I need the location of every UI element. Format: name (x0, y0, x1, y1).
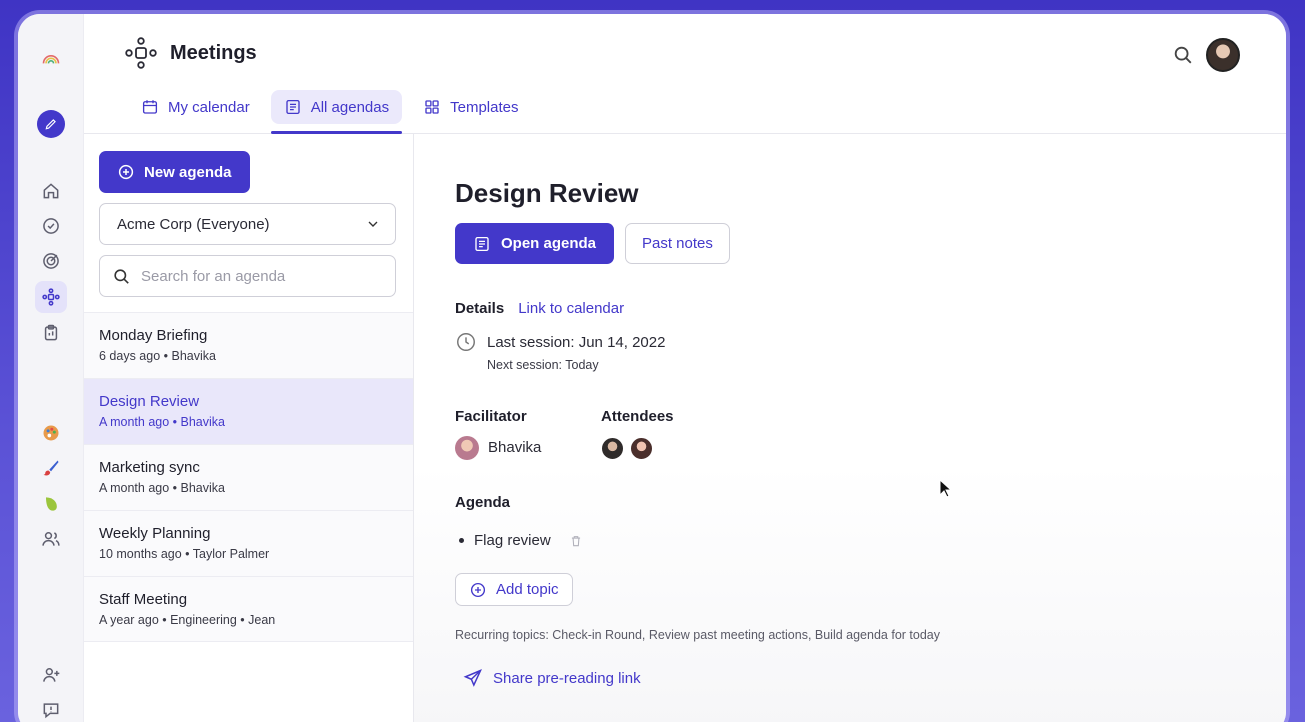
agenda-item-title: Staff Meeting (99, 591, 188, 608)
bullet (459, 538, 464, 543)
document-icon (475, 236, 489, 251)
target-icon[interactable] (35, 245, 67, 277)
agenda-item-meta: A year ago • Engineering • Jean (99, 613, 276, 627)
add-user-icon[interactable] (35, 659, 67, 691)
clock-icon (457, 333, 475, 351)
tab-all-agendas[interactable]: All agendas (270, 90, 403, 134)
team-icon[interactable] (35, 523, 67, 555)
last-session: Last session: Jun 14, 2022 (487, 334, 666, 351)
agenda-heading: Agenda (455, 494, 511, 511)
clipboard-icon[interactable] (35, 317, 67, 349)
chevron-down-icon (368, 221, 378, 227)
attendee-avatar[interactable] (629, 436, 654, 461)
agenda-list-item[interactable]: Design Review A month ago • Bhavika (84, 378, 413, 444)
add-topic-button[interactable]: Add topic (455, 573, 573, 606)
search-icon (114, 268, 129, 284)
agenda-item-title: Marketing sync (99, 459, 200, 476)
tab-label: All agendas (310, 98, 390, 116)
trash-icon[interactable] (569, 534, 583, 548)
org-select[interactable]: Acme Corp (Everyone) (99, 203, 396, 245)
details-label: Details (455, 300, 505, 317)
agenda-item-meta: A month ago • Bhavika (99, 481, 225, 495)
open-agenda-button[interactable]: Open agenda (455, 223, 615, 264)
tab-label: My calendar (168, 98, 250, 116)
send-icon (463, 669, 482, 687)
agenda-search (99, 255, 396, 297)
recurring-topics: Recurring topics: Check-in Round, Review… (455, 628, 940, 642)
add-topic-label: Add topic (496, 581, 559, 598)
agenda-list-item[interactable]: Marketing sync A month ago • Bhavika (84, 444, 413, 510)
details-row: Details Link to calendar (455, 300, 624, 317)
org-select-value: Acme Corp (Everyone) (117, 215, 270, 233)
app-window: Meetings My calendar All agendas Templat… (18, 14, 1286, 722)
agenda-title: Design Review (455, 178, 639, 208)
facilitator-name: Bhavika (488, 439, 542, 456)
search-icon[interactable] (1172, 44, 1194, 66)
plus-circle-icon (470, 582, 486, 597)
app-title-text: Meetings (170, 41, 257, 64)
topic-text: Flag review (474, 532, 551, 549)
facilitator-avatar (455, 436, 479, 460)
agenda-topic: Flag review (459, 532, 583, 549)
paintbrush-icon[interactable] (35, 452, 67, 484)
palette-icon[interactable] (35, 417, 67, 449)
agenda-list-item[interactable]: Monday Briefing 6 days ago • Bhavika (84, 312, 413, 378)
user-avatar[interactable] (1206, 38, 1240, 72)
icon-rail (18, 14, 84, 722)
open-agenda-label: Open agenda (501, 235, 597, 252)
attendees-label: Attendees (601, 408, 674, 425)
agenda-item-title: Monday Briefing (99, 327, 208, 344)
agenda-list-panel: New agenda Acme Corp (Everyone) Monday B… (84, 134, 414, 722)
session-info: Last session: Jun 14, 2022 Next session:… (455, 331, 665, 372)
page-header: Meetings My calendar All agendas Templat… (84, 14, 1286, 134)
agenda-search-input[interactable] (141, 267, 371, 285)
feedback-icon[interactable] (35, 694, 67, 722)
leaf-icon[interactable] (35, 488, 67, 520)
agenda-item-title: Design Review (99, 393, 200, 410)
agenda-list-item[interactable]: Weekly Planning 10 months ago • Taylor P… (84, 510, 413, 576)
new-agenda-button[interactable]: New agenda (99, 151, 250, 193)
app-title: Meetings (124, 36, 257, 70)
new-agenda-label: New agenda (144, 163, 232, 181)
attendee-avatar[interactable] (600, 436, 625, 461)
agenda-item-meta: 6 days ago • Bhavika (99, 349, 216, 363)
tab-my-calendar[interactable]: My calendar (128, 90, 263, 124)
meetings-logo-icon (125, 37, 157, 69)
rainbow-logo-icon[interactable] (35, 44, 67, 76)
link-to-calendar[interactable]: Link to calendar (518, 300, 624, 317)
mouse-cursor-icon (939, 479, 953, 498)
agenda-item-meta: 10 months ago • Taylor Palmer (99, 547, 270, 561)
agenda-item-meta: A month ago • Bhavika (99, 415, 225, 429)
share-pre-reading-link[interactable]: Share pre-reading link (463, 668, 641, 688)
tab-label: Templates (450, 98, 519, 116)
compose-button[interactable] (35, 108, 67, 140)
grid-icon (425, 100, 439, 114)
plus-circle-icon (118, 164, 134, 180)
share-label: Share pre-reading link (493, 669, 641, 687)
agenda-list: Monday Briefing 6 days ago • Bhavika Des… (84, 312, 413, 642)
pencil-icon (36, 110, 65, 138)
agenda-item-title: Weekly Planning (99, 525, 211, 542)
past-notes-label: Past notes (642, 235, 713, 252)
calendar-icon (142, 100, 158, 114)
next-session: Next session: Today (487, 358, 599, 372)
meetings-icon[interactable] (34, 281, 67, 313)
home-icon[interactable] (35, 175, 67, 207)
check-circle-icon[interactable] (35, 210, 67, 242)
agenda-detail-panel: Design Review Open agenda Past notes Det… (414, 134, 1286, 722)
agenda-list-item[interactable]: Staff Meeting A year ago • Engineering •… (84, 576, 413, 642)
tab-bar: My calendar All agendas Templates (128, 90, 531, 134)
facilitator-label: Facilitator (455, 408, 527, 425)
list-icon (286, 99, 300, 115)
tab-templates[interactable]: Templates (410, 90, 531, 124)
past-notes-button[interactable]: Past notes (625, 223, 730, 264)
